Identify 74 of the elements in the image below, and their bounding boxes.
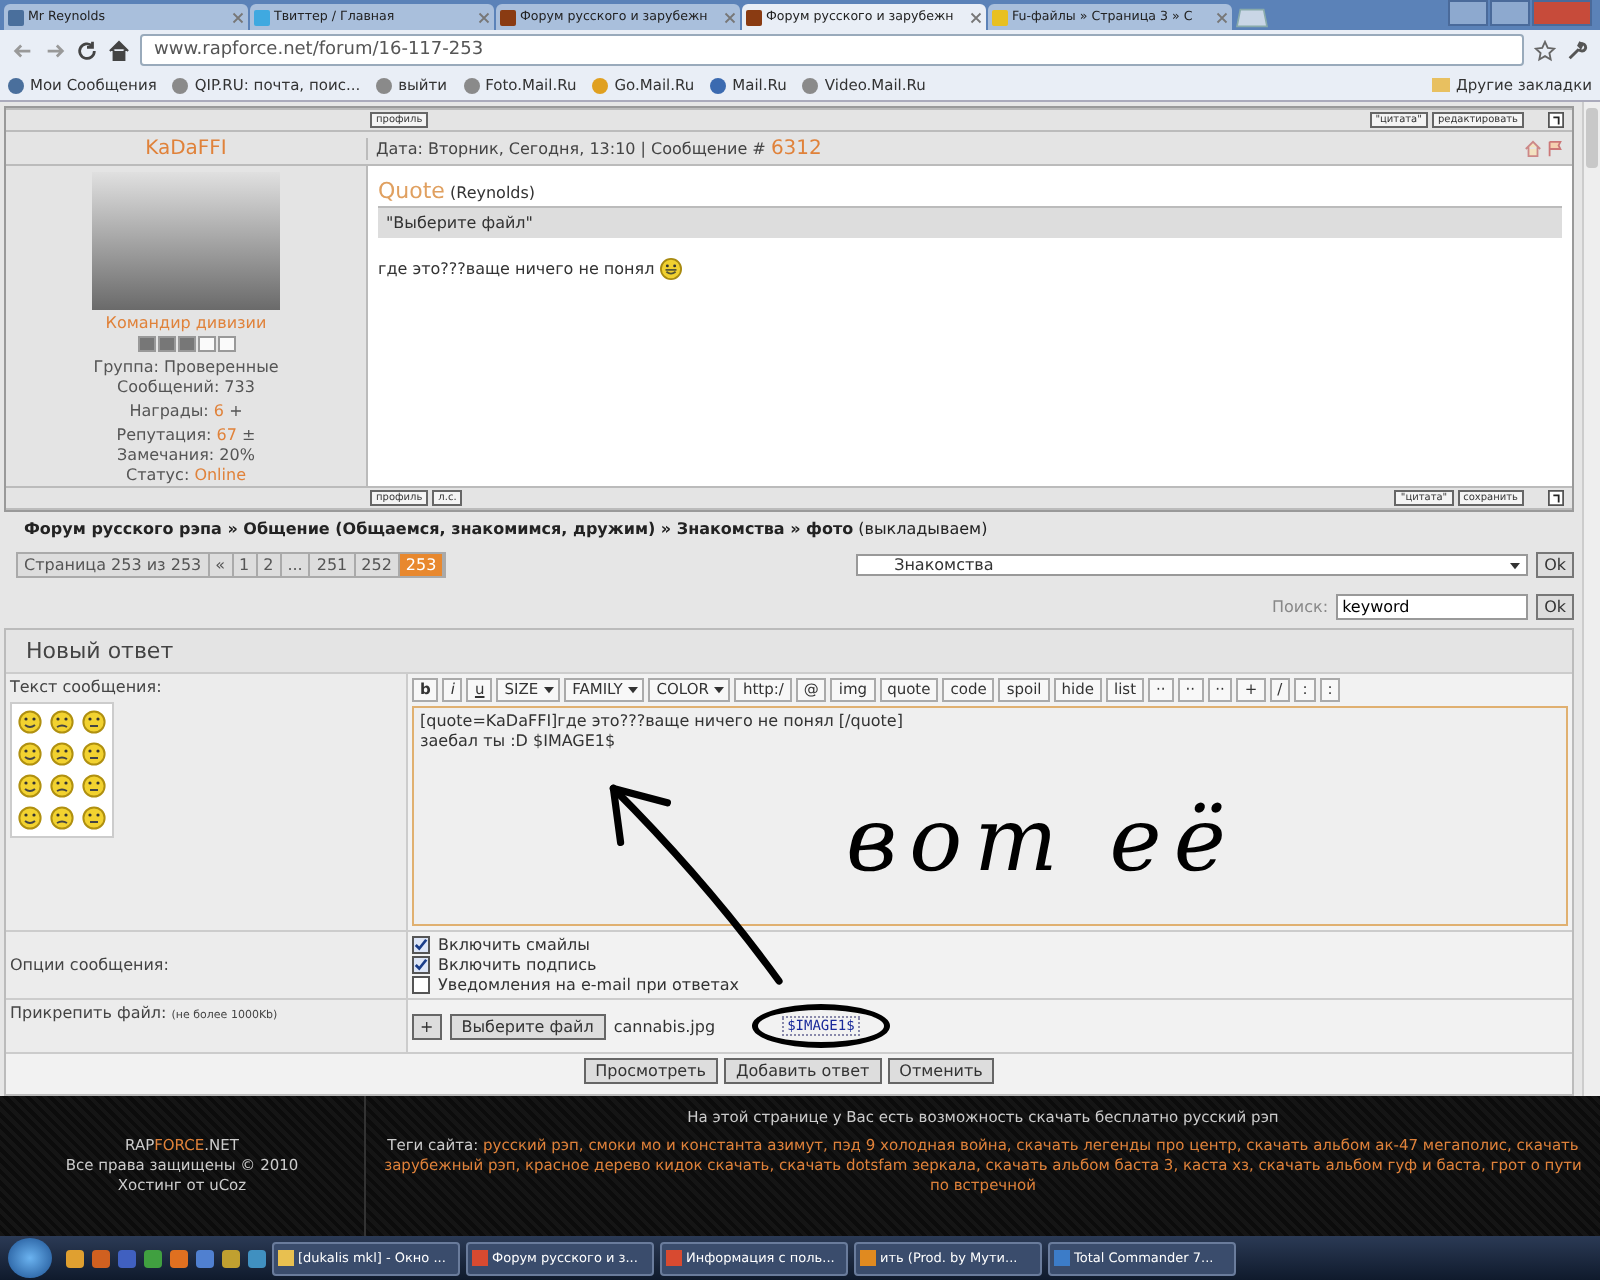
search-label: Поиск:: [1272, 598, 1329, 616]
start-button[interactable]: [8, 1238, 52, 1278]
file-name: cannabis.jpg: [613, 1017, 716, 1035]
handwritten-note: вот её: [846, 790, 1238, 892]
grin-icon: [660, 258, 683, 280]
flag-icon[interactable]: [1546, 139, 1564, 157]
smiley-icon[interactable]: [50, 742, 74, 766]
post-count: Сообщений: 733: [117, 378, 255, 398]
reputation-label: Репутация:: [116, 426, 212, 444]
status-label: Статус:: [126, 466, 190, 484]
search-field[interactable]: keyword: [1336, 594, 1529, 620]
smiley-icon[interactable]: [18, 710, 42, 734]
breadcrumb[interactable]: Форум русского рэпа » Общение (Общаемся, знакомимся, дружим) » Знакомства » фото (выкладываем): [24, 520, 1554, 538]
checkbox-option[interactable]: Уведомления на e-mail при ответах: [412, 976, 1568, 994]
attach-label: Прикрепить файл:: [10, 1004, 167, 1022]
address-bar[interactable]: www.rapforce.net/forum/16-117-253: [140, 34, 1524, 66]
choose-file-button[interactable]: Выберите файл: [449, 1013, 606, 1039]
page-link[interactable]: 2: [257, 554, 282, 576]
scrollbar[interactable]: [1582, 102, 1600, 1096]
caret-icon: [628, 686, 639, 694]
caret-icon: [1510, 561, 1521, 569]
reply-title: Новый ответ: [6, 630, 1572, 674]
reload-icon[interactable]: [76, 39, 98, 61]
options-label: Опции сообщения:: [6, 932, 408, 998]
message-label: Текст сообщения:: [10, 678, 164, 696]
form-button[interactable]: Просмотреть: [583, 1058, 718, 1084]
page-link[interactable]: 1: [233, 554, 258, 576]
page-link[interactable]: 252: [355, 554, 400, 576]
smiley-icon[interactable]: [82, 806, 106, 830]
caret-icon: [544, 686, 555, 694]
smiley-icon[interactable]: [18, 806, 42, 830]
smiley-icon[interactable]: [18, 742, 42, 766]
checkbox[interactable]: [412, 976, 430, 994]
close-icon[interactable]: [970, 11, 982, 23]
quote-label: Quote: [378, 178, 445, 204]
smiley-icon[interactable]: [18, 774, 42, 798]
user-group: Группа: Проверенные: [93, 358, 279, 378]
jump-icon[interactable]: [1548, 490, 1564, 506]
smiley-icon[interactable]: [50, 806, 74, 830]
page-link[interactable]: 251: [310, 554, 356, 576]
caret-icon: [714, 686, 725, 694]
reputation-link[interactable]: ±: [242, 426, 256, 444]
post-date: Дата: Вторник, Сегодня, 13:10 | Сообщение # 6312: [376, 137, 822, 159]
smiley-icon[interactable]: [50, 774, 74, 798]
checkbox[interactable]: [412, 956, 430, 974]
quote-text: "Выберите файл": [378, 206, 1562, 238]
page-link[interactable]: «: [209, 554, 234, 576]
star-icon[interactable]: [1534, 39, 1556, 61]
online-status: Online: [194, 466, 246, 484]
page-link[interactable]: ...: [281, 554, 311, 576]
smiley-icon[interactable]: [82, 774, 106, 798]
smiley-icon[interactable]: [82, 710, 106, 734]
new-tab-icon[interactable]: [1234, 8, 1270, 28]
add-file-button[interactable]: +: [412, 1013, 442, 1039]
checkbox-option[interactable]: Включить смайлы: [412, 936, 1568, 954]
smiley-icon[interactable]: [82, 742, 106, 766]
quote-author: (Reynolds): [450, 184, 536, 202]
form-button[interactable]: Отменить: [887, 1058, 995, 1084]
search-button[interactable]: Ok: [1536, 594, 1574, 620]
warnings-text: Замечания: 20%: [117, 446, 255, 466]
form-button[interactable]: Добавить ответ: [723, 1058, 882, 1084]
go-button[interactable]: Ok: [1536, 552, 1574, 578]
post-message: где это???ваще ничего не понял: [378, 260, 655, 278]
page-count: Страница 253 из 253: [18, 554, 210, 576]
wrench-icon[interactable]: [1566, 39, 1588, 61]
home-icon[interactable]: [108, 39, 130, 61]
awards-label: Награды:: [129, 402, 209, 420]
checkbox[interactable]: [412, 936, 430, 954]
awards-link[interactable]: +: [229, 402, 243, 420]
forum-select[interactable]: Знакомства: [856, 554, 1529, 576]
checkbox-option[interactable]: Включить подпись: [412, 956, 1568, 974]
user-rank: Командир дивизии: [105, 314, 267, 334]
jump-icon[interactable]: [1548, 112, 1564, 128]
smiley-icon[interactable]: [50, 710, 74, 734]
